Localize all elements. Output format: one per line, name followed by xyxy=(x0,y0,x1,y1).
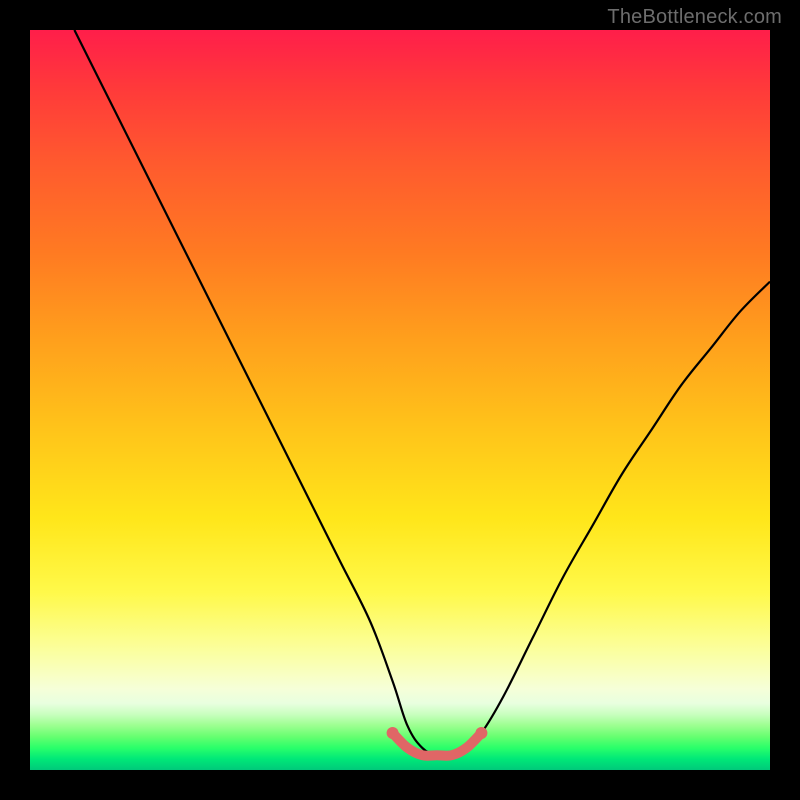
optimal-zone-marker xyxy=(393,733,482,756)
watermark-text: TheBottleneck.com xyxy=(607,6,782,29)
optimal-zone-dot-left xyxy=(387,727,399,739)
bottleneck-curve xyxy=(74,30,770,756)
curve-layer xyxy=(30,30,770,770)
optimal-zone-dot-right xyxy=(475,727,487,739)
chart-frame: TheBottleneck.com xyxy=(0,0,800,800)
plot-area xyxy=(30,30,770,770)
